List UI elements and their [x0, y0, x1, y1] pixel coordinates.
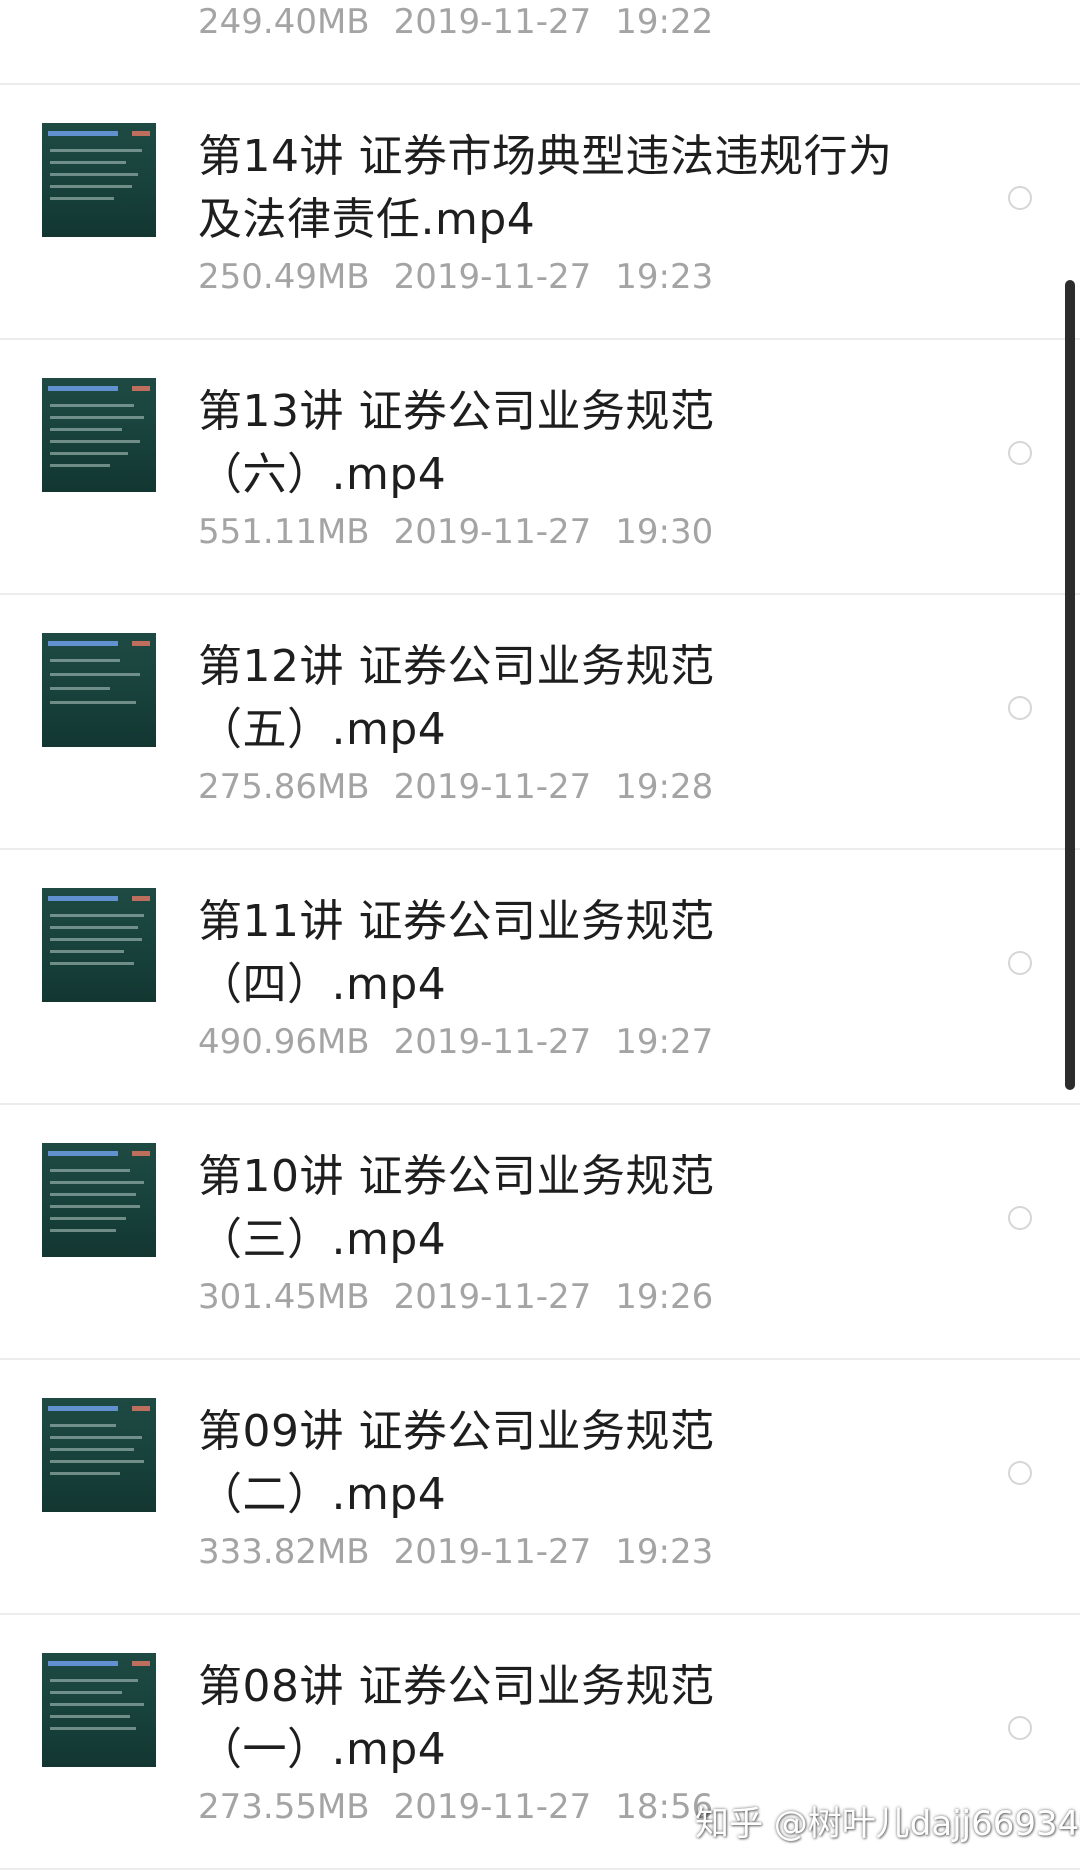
select-radio[interactable] [1008, 186, 1032, 210]
file-row[interactable]: 第14讲 证券市场典型违法违规行为及法律责任.mp4 250.49MB 2019-… [0, 85, 1080, 340]
file-meta: 250.49MB 2019-11-27 19:23 [198, 257, 713, 297]
file-name: 第12讲 证券公司业务规范（五）.mp4 [198, 641, 715, 755]
file-row[interactable]: 249.40MB 2019-11-27 19:22 [0, 0, 1080, 85]
file-row[interactable]: 第11讲 证券公司业务规范（四）.mp4 490.96MB 2019-11-27 1… [0, 850, 1080, 1105]
file-size: 250.49MB [198, 257, 370, 297]
video-thumbnail [42, 1398, 156, 1512]
file-time: 19:28 [615, 767, 714, 807]
file-date: 2019-11-27 [393, 1787, 592, 1827]
file-size: 301.45MB [198, 1277, 370, 1317]
scrollbar[interactable] [1065, 280, 1075, 1090]
select-radio[interactable] [1008, 1461, 1032, 1485]
file-row[interactable]: 第13讲 证券公司业务规范（六）.mp4 551.11MB 2019-11-27 1… [0, 340, 1080, 595]
file-meta: 273.55MB 2019-11-27 18:56 [198, 1787, 713, 1827]
file-time: 19:23 [615, 1532, 714, 1572]
file-size: 273.55MB [198, 1787, 370, 1827]
video-thumbnail [42, 378, 156, 492]
file-name: 第14讲 证券市场典型违法违规行为及法律责任.mp4 [198, 131, 893, 245]
file-size: 275.86MB [198, 767, 370, 807]
file-name: 第08讲 证券公司业务规范（一）.mp4 [198, 1661, 715, 1775]
file-row[interactable]: 第12讲 证券公司业务规范（五）.mp4 275.86MB 2019-11-27 1… [0, 595, 1080, 850]
file-meta: 275.86MB 2019-11-27 19:28 [198, 767, 713, 807]
file-meta: 551.11MB 2019-11-27 19:30 [198, 512, 713, 552]
file-date: 2019-11-27 [393, 2, 592, 42]
file-meta: 249.40MB 2019-11-27 19:22 [198, 2, 713, 42]
file-name: 第10讲 证券公司业务规范（三）.mp4 [198, 1151, 715, 1265]
file-date: 2019-11-27 [393, 767, 592, 807]
video-thumbnail [42, 1653, 156, 1767]
file-name: 第09讲 证券公司业务规范（二）.mp4 [198, 1406, 715, 1520]
file-date: 2019-11-27 [393, 1532, 592, 1572]
file-row[interactable]: 第10讲 证券公司业务规范（三）.mp4 301.45MB 2019-11-27 1… [0, 1105, 1080, 1360]
file-meta: 301.45MB 2019-11-27 19:26 [198, 1277, 713, 1317]
select-radio[interactable] [1008, 441, 1032, 465]
video-thumbnail [42, 888, 156, 1002]
file-date: 2019-11-27 [393, 1022, 592, 1062]
watermark: 知乎 @树叶儿dajj669349 [695, 1804, 1080, 1844]
file-meta: 490.96MB 2019-11-27 19:27 [198, 1022, 713, 1062]
file-size: 249.40MB [198, 2, 370, 42]
file-row[interactable]: 第09讲 证券公司业务规范（二）.mp4 333.82MB 2019-11-27 1… [0, 1360, 1080, 1615]
select-radio[interactable] [1008, 1206, 1032, 1230]
video-thumbnail [42, 633, 156, 747]
file-list: 249.40MB 2019-11-27 19:22 第14讲 证券市场典型违法违规行… [0, 0, 1080, 1870]
file-size: 551.11MB [198, 512, 370, 552]
video-thumbnail [42, 123, 156, 237]
file-time: 19:26 [615, 1277, 714, 1317]
file-time: 19:30 [615, 512, 714, 552]
video-thumbnail [42, 1143, 156, 1257]
file-time: 19:23 [615, 257, 714, 297]
file-date: 2019-11-27 [393, 512, 592, 552]
file-time: 19:22 [615, 2, 714, 42]
file-size: 333.82MB [198, 1532, 370, 1572]
select-radio[interactable] [1008, 1716, 1032, 1740]
file-date: 2019-11-27 [393, 257, 592, 297]
select-radio[interactable] [1008, 696, 1032, 720]
file-size: 490.96MB [198, 1022, 370, 1062]
select-radio[interactable] [1008, 951, 1032, 975]
file-name: 第13讲 证券公司业务规范（六）.mp4 [198, 386, 715, 500]
file-time: 19:27 [615, 1022, 714, 1062]
file-date: 2019-11-27 [393, 1277, 592, 1317]
file-name: 第11讲 证券公司业务规范（四）.mp4 [198, 896, 715, 1010]
file-meta: 333.82MB 2019-11-27 19:23 [198, 1532, 713, 1572]
